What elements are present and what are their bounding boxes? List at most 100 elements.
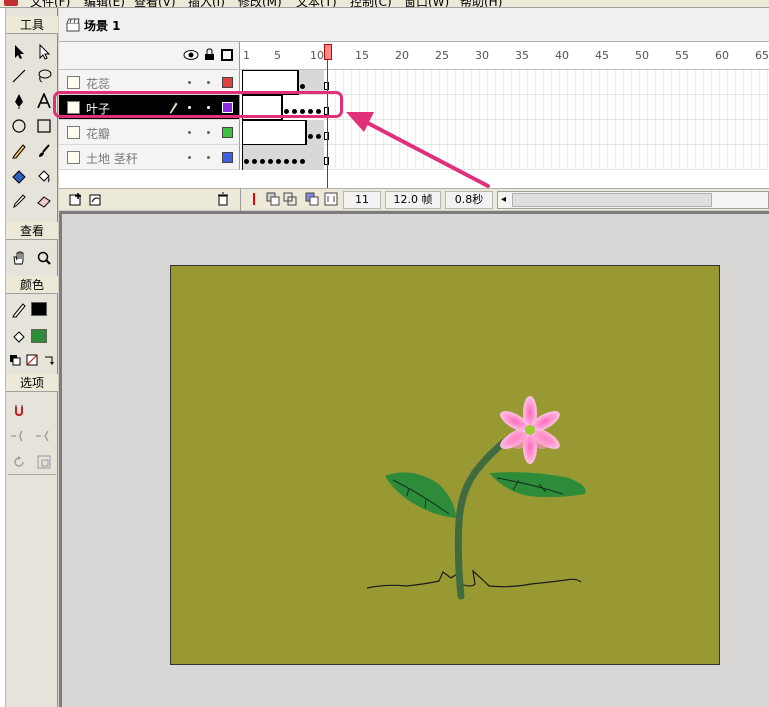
visibility-dot[interactable] bbox=[188, 156, 191, 159]
frame-rate-field[interactable]: 12.0 帧 bbox=[385, 191, 441, 209]
elapsed-time-field: 0.8秒 bbox=[445, 191, 493, 209]
playhead[interactable] bbox=[324, 44, 332, 60]
keyframe[interactable] bbox=[308, 134, 313, 139]
paint-bucket-tool-icon[interactable] bbox=[32, 164, 55, 187]
pencil-tool-icon[interactable] bbox=[7, 139, 30, 162]
center-frame-icon[interactable] bbox=[249, 192, 259, 209]
menu-control[interactable]: 控制(C) bbox=[350, 0, 392, 7]
oval-tool-icon[interactable] bbox=[7, 114, 30, 137]
onion-outline-icon[interactable] bbox=[283, 192, 297, 209]
modify-markers-icon[interactable] bbox=[324, 192, 338, 209]
layer-name[interactable]: 土地 茎秆 bbox=[86, 150, 138, 167]
menu-view[interactable]: 查看(V) bbox=[134, 0, 176, 7]
keyframe[interactable] bbox=[244, 159, 249, 164]
frame-number: 45 bbox=[595, 49, 609, 62]
onion-skin-icon[interactable] bbox=[266, 192, 280, 209]
fill-color-swatch[interactable] bbox=[31, 329, 47, 343]
menu-file[interactable]: 文件(F) bbox=[30, 0, 70, 7]
eraser-tool-icon[interactable] bbox=[32, 189, 55, 212]
ink-bottle-tool-icon[interactable] bbox=[7, 164, 30, 187]
scene-label[interactable]: 场景 1 bbox=[84, 17, 121, 34]
edit-multiple-frames-icon[interactable] bbox=[305, 192, 319, 209]
layer-row[interactable]: 花瓣 bbox=[59, 120, 240, 145]
stroke-color-swatch[interactable] bbox=[31, 302, 47, 316]
frame-grid[interactable] bbox=[240, 70, 769, 170]
keyframe[interactable] bbox=[316, 134, 321, 139]
visibility-dot[interactable] bbox=[188, 81, 191, 84]
frame-number: 55 bbox=[675, 49, 689, 62]
swap-colors-icon[interactable] bbox=[40, 351, 57, 368]
text-tool-icon[interactable] bbox=[32, 89, 55, 112]
stage-canvas[interactable] bbox=[170, 265, 720, 665]
frame-span[interactable] bbox=[242, 120, 306, 145]
menu-modify[interactable]: 修改(M) bbox=[238, 0, 282, 7]
layer-header bbox=[59, 42, 240, 70]
eye-icon[interactable] bbox=[183, 49, 199, 64]
current-frame-field[interactable]: 11 bbox=[343, 191, 381, 209]
keyframe[interactable] bbox=[252, 159, 257, 164]
layer-name[interactable]: 花瓣 bbox=[86, 125, 110, 142]
outline-color-box[interactable] bbox=[222, 127, 233, 138]
frame-ruler: 1 5 10 15 20 25 30 35 40 45 50 55 60 65 bbox=[240, 42, 769, 70]
keyframe[interactable] bbox=[268, 159, 273, 164]
keyframe[interactable] bbox=[260, 159, 265, 164]
scale-icon[interactable] bbox=[32, 450, 55, 473]
menu-edit[interactable]: 编辑(E) bbox=[84, 0, 125, 7]
options-section-title: 选项 bbox=[6, 374, 58, 392]
frame-span[interactable] bbox=[306, 120, 324, 145]
add-layer-icon[interactable] bbox=[69, 192, 83, 209]
horizontal-scrollbar[interactable]: ◂ bbox=[497, 191, 769, 209]
scrollbar-thumb[interactable] bbox=[512, 193, 712, 207]
default-colors-icon[interactable] bbox=[6, 351, 23, 368]
frame-row[interactable] bbox=[240, 145, 769, 170]
add-guide-layer-icon[interactable] bbox=[89, 192, 103, 209]
rectangle-tool-icon[interactable] bbox=[32, 114, 55, 137]
flash-window: 文件(F) 编辑(E) 查看(V) 插入(I) 修改(M) 文本(T) 控制(C… bbox=[0, 0, 769, 707]
keyframe[interactable] bbox=[276, 159, 281, 164]
magnet-snap-icon[interactable] bbox=[7, 398, 30, 421]
zoom-tool-icon[interactable] bbox=[32, 246, 55, 269]
menu-bar: 文件(F) 编辑(E) 查看(V) 插入(I) 修改(M) 文本(T) 控制(C… bbox=[0, 0, 769, 8]
menu-window[interactable]: 窗口(W) bbox=[404, 0, 449, 7]
keyframe[interactable] bbox=[284, 159, 289, 164]
layer-row[interactable]: 土地 茎秆 bbox=[59, 145, 240, 170]
frame-row[interactable] bbox=[240, 120, 769, 145]
frame-number: 1 bbox=[243, 49, 250, 62]
lasso-tool-icon[interactable] bbox=[32, 64, 55, 87]
layer-type-icon bbox=[67, 126, 80, 139]
trash-icon[interactable] bbox=[217, 192, 229, 209]
flower-center bbox=[525, 425, 535, 435]
keyframe[interactable] bbox=[300, 159, 305, 164]
line-tool-icon[interactable] bbox=[7, 64, 30, 87]
menu-help[interactable]: 帮助(H) bbox=[460, 0, 502, 7]
brush-tool-icon[interactable] bbox=[32, 139, 55, 162]
view-section-title: 查看 bbox=[6, 222, 58, 240]
no-color-icon[interactable] bbox=[23, 351, 40, 368]
scroll-left-arrow-icon[interactable]: ◂ bbox=[501, 194, 506, 205]
menu-text[interactable]: 文本(T) bbox=[296, 0, 337, 7]
outline-color-box[interactable] bbox=[222, 77, 233, 88]
pen-tool-icon[interactable] bbox=[7, 89, 30, 112]
keyframe[interactable] bbox=[300, 84, 305, 89]
lock-dot[interactable] bbox=[207, 81, 210, 84]
lock-dot[interactable] bbox=[207, 156, 210, 159]
visibility-dot[interactable] bbox=[188, 131, 191, 134]
hand-tool-icon[interactable] bbox=[7, 246, 30, 269]
rotate-icon[interactable] bbox=[7, 450, 30, 473]
playhead-line bbox=[327, 60, 328, 198]
straighten-icon[interactable] bbox=[32, 424, 55, 447]
frame-number: 30 bbox=[475, 49, 489, 62]
outline-toggle-icon[interactable] bbox=[221, 49, 233, 61]
menu-insert[interactable]: 插入(I) bbox=[188, 0, 225, 7]
stage-workspace bbox=[59, 211, 769, 707]
layer-name[interactable]: 花蕊 bbox=[86, 75, 110, 92]
keyframe[interactable] bbox=[292, 159, 297, 164]
eyedropper-tool-icon[interactable] bbox=[7, 189, 30, 212]
lock-icon[interactable] bbox=[204, 48, 215, 64]
arrow-tool-icon[interactable] bbox=[7, 40, 30, 63]
frame-span[interactable] bbox=[242, 145, 324, 170]
subselect-tool-icon[interactable] bbox=[32, 40, 55, 63]
outline-color-box[interactable] bbox=[222, 152, 233, 163]
lock-dot[interactable] bbox=[207, 131, 210, 134]
smooth-icon[interactable] bbox=[7, 424, 30, 447]
